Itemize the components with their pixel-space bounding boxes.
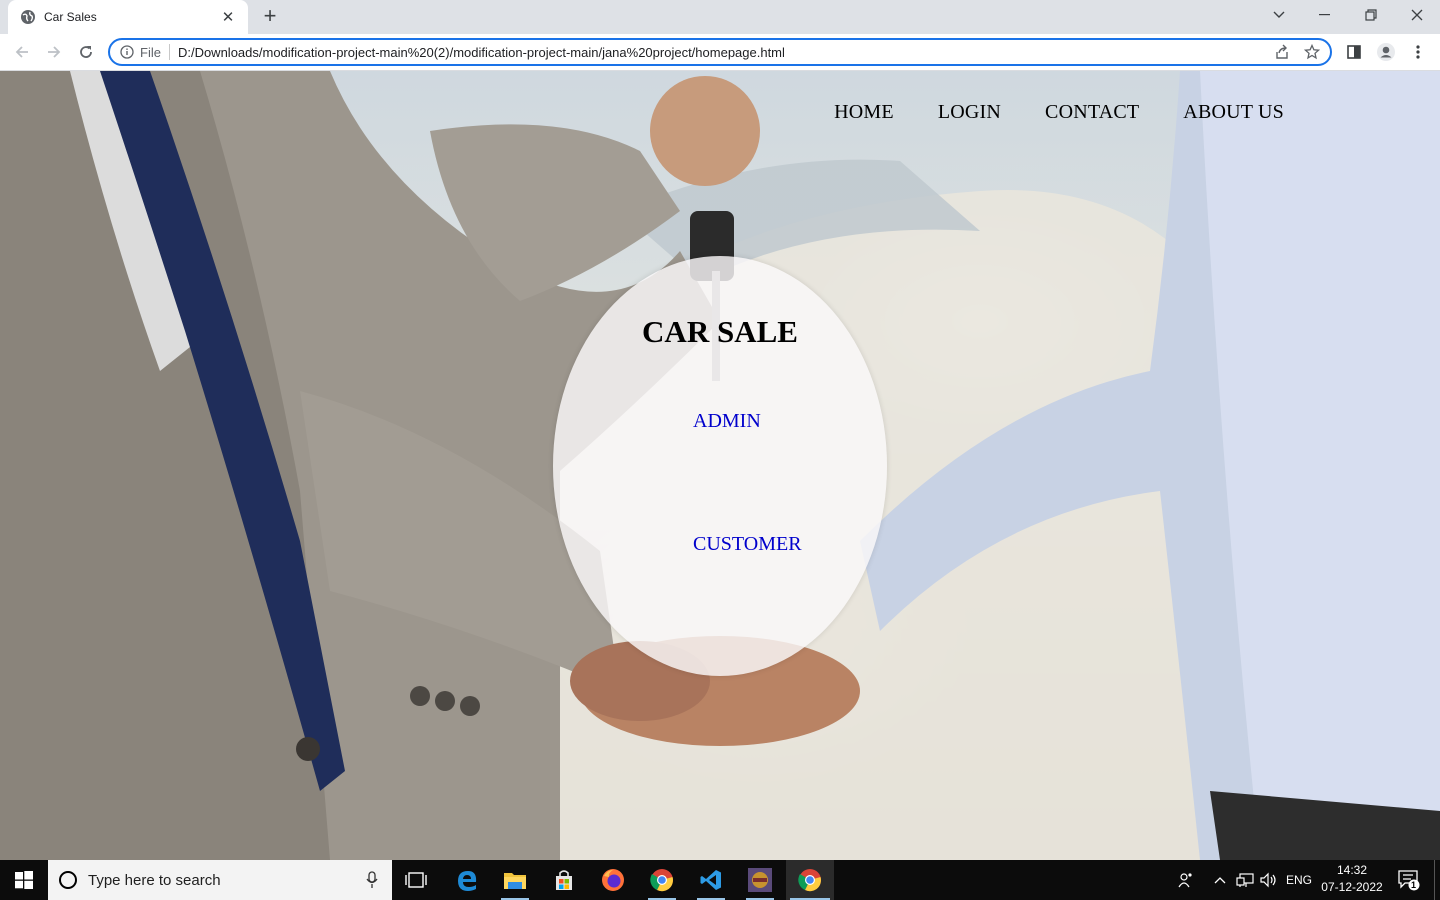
clock[interactable]: 14:32 07-12-2022 — [1318, 862, 1386, 896]
people-button[interactable] — [1172, 860, 1200, 900]
profile-button[interactable] — [1372, 38, 1400, 66]
file-explorer-app[interactable] — [491, 860, 539, 900]
edge-icon — [458, 871, 477, 891]
people-icon — [1178, 873, 1192, 888]
new-tab-button[interactable]: + — [258, 5, 282, 29]
share-button[interactable] — [1270, 40, 1294, 64]
show-hidden-icons-button[interactable] — [1208, 860, 1232, 900]
nav-about-us[interactable]: ABOUT US — [1183, 101, 1284, 124]
action-center-button[interactable]: 1 — [1392, 860, 1426, 900]
nav-login[interactable]: LOGIN — [938, 101, 1001, 124]
show-desktop-button[interactable] — [1434, 860, 1440, 900]
store-app[interactable] — [540, 860, 588, 900]
chrome-icon — [650, 869, 673, 892]
minimize-button[interactable] — [1302, 0, 1348, 30]
nav-home[interactable]: HOME — [834, 101, 894, 124]
taskbar-search-placeholder: Type here to search — [88, 871, 221, 889]
reload-icon — [80, 46, 92, 58]
firefox-icon — [602, 869, 624, 891]
clock-time: 14:32 — [1336, 863, 1368, 877]
minimize-icon — [1319, 14, 1330, 16]
chevron-down-icon — [1273, 11, 1285, 18]
arrow-right-icon — [48, 46, 61, 58]
page-viewport: HOME LOGIN CONTACT ABOUT US CAR SALE ADM… — [0, 71, 1440, 860]
side-panel-icon — [1347, 45, 1361, 59]
nav-contact[interactable]: CONTACT — [1045, 101, 1139, 124]
avatar-icon — [1377, 43, 1395, 61]
chrome-icon — [798, 869, 821, 892]
globe-icon — [21, 10, 35, 24]
tab-title: Car Sales — [44, 10, 97, 24]
vscode-app[interactable] — [687, 860, 735, 900]
speaker-icon — [1260, 872, 1276, 888]
site-info-button[interactable]: File — [120, 44, 170, 60]
address-bar[interactable]: File D:/Downloads/modification-project-m… — [108, 38, 1332, 66]
tab-close-icon[interactable]: ✕ — [220, 8, 236, 26]
url-text[interactable]: D:/Downloads/modification-project-main%2… — [178, 45, 1270, 60]
site-info-label: File — [140, 44, 161, 60]
chrome-app-2[interactable] — [786, 860, 834, 900]
restore-button[interactable] — [1348, 0, 1394, 30]
customer-link[interactable]: CUSTOMER — [693, 533, 802, 556]
cortana-icon — [59, 871, 77, 889]
network-icon — [1236, 873, 1254, 887]
windows-icon — [15, 871, 33, 889]
tab-strip: Car Sales ✕ + — [0, 0, 1440, 34]
store-icon — [556, 870, 572, 890]
game-app[interactable] — [736, 860, 784, 900]
firefox-app[interactable] — [589, 860, 637, 900]
page-title: CAR SALE — [642, 314, 798, 349]
info-icon — [120, 45, 134, 59]
browser-toolbar: File D:/Downloads/modification-project-m… — [0, 34, 1440, 71]
network-button[interactable] — [1234, 860, 1256, 900]
close-window-button[interactable] — [1394, 0, 1440, 30]
reload-button[interactable] — [72, 38, 100, 66]
taskbar: Type here to search ENG 14:32 07-12-2022… — [0, 860, 1440, 900]
tab-search-button[interactable] — [1256, 0, 1302, 30]
restore-icon — [1365, 9, 1377, 21]
language-indicator[interactable]: ENG — [1282, 860, 1316, 900]
folder-icon — [504, 873, 526, 889]
chevron-up-icon — [1214, 877, 1226, 884]
microphone-icon[interactable] — [366, 871, 378, 889]
tab-car-sales[interactable]: Car Sales ✕ — [8, 0, 248, 34]
bookmark-button[interactable] — [1300, 40, 1324, 64]
game-icon — [748, 868, 772, 892]
close-icon — [1411, 9, 1423, 21]
forward-button[interactable] — [40, 38, 68, 66]
more-vertical-icon — [1416, 45, 1420, 59]
main-nav: HOME LOGIN CONTACT ABOUT US — [834, 101, 1284, 124]
task-view-icon — [405, 872, 427, 888]
vscode-icon — [700, 870, 721, 890]
admin-link[interactable]: ADMIN — [693, 410, 761, 433]
start-button[interactable] — [0, 860, 48, 900]
share-icon — [1276, 44, 1288, 59]
star-icon — [1304, 44, 1320, 60]
notification-count: 1 — [1411, 880, 1417, 890]
notification-icon — [1398, 870, 1420, 891]
menu-button[interactable] — [1404, 38, 1432, 66]
chrome-app-1[interactable] — [638, 860, 686, 900]
arrow-left-icon — [15, 46, 28, 58]
edge-app[interactable] — [443, 860, 491, 900]
volume-button[interactable] — [1258, 860, 1280, 900]
task-view-button[interactable] — [392, 860, 440, 900]
login-choice-panel: CAR SALE ADMIN CUSTOMER — [553, 256, 887, 676]
clock-date: 07-12-2022 — [1321, 880, 1383, 894]
taskbar-search[interactable]: Type here to search — [48, 860, 392, 900]
side-panel-button[interactable] — [1340, 38, 1368, 66]
back-button[interactable] — [8, 38, 36, 66]
